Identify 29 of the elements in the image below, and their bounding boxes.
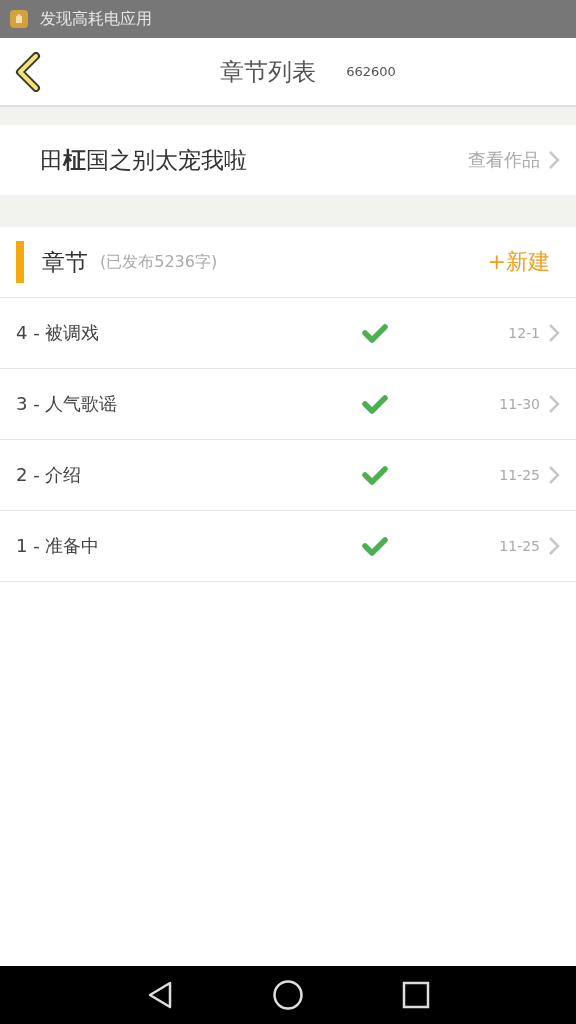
chapter-date: 11-30	[498, 396, 540, 412]
chapter-date: 11-25	[498, 467, 540, 483]
battery-alert-icon	[10, 10, 28, 28]
back-nav-icon[interactable]	[146, 980, 174, 1010]
home-nav-icon[interactable]	[272, 979, 304, 1011]
chevron-icon	[548, 536, 560, 556]
notification-text: 发现高耗电应用	[40, 8, 152, 30]
chapter-title: 1 - 准备中	[16, 534, 101, 558]
chapter-title: 2 - 介绍	[16, 463, 83, 487]
section-marker	[16, 241, 24, 283]
back-icon[interactable]	[14, 52, 42, 92]
chapter-date: 12-1	[507, 325, 540, 341]
recents-nav-icon[interactable]	[402, 981, 430, 1009]
chapter-row[interactable]: 4 - 被调戏 12-1	[0, 298, 576, 369]
chapter-row[interactable]: 3 - 人气歌谣 11-30	[0, 369, 576, 440]
chevron-icon	[548, 465, 560, 485]
chapter-title: 4 - 被调戏	[16, 321, 101, 345]
book-title: 田柾国之别太宠我啦	[40, 145, 248, 175]
page-title: 章节列表	[220, 56, 317, 88]
chapter-date: 11-25	[498, 538, 540, 554]
chevron-icon	[548, 394, 560, 414]
chevron-icon	[548, 150, 560, 170]
chevron-icon	[548, 323, 560, 343]
page-id: 662600	[346, 64, 396, 79]
chapter-row[interactable]: 2 - 介绍 11-25	[0, 440, 576, 511]
chapter-title: 3 - 人气歌谣	[16, 392, 119, 416]
section-summary: (已发布5236字)	[100, 251, 219, 273]
section-title: 章节	[42, 247, 88, 277]
chapter-row[interactable]: 1 - 准备中 11-25	[0, 511, 576, 582]
